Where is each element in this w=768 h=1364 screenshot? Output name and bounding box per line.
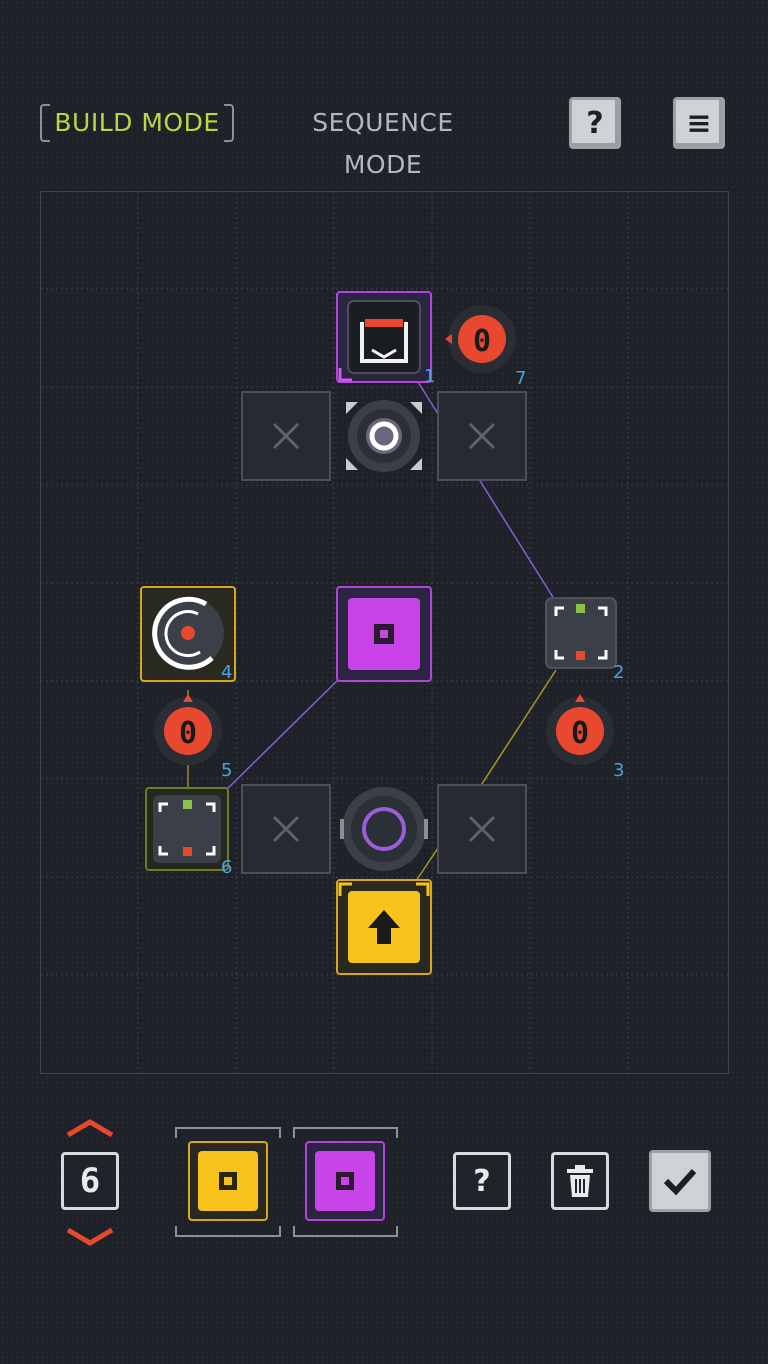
launcher-block[interactable] xyxy=(336,879,432,975)
blocked-tile xyxy=(437,391,527,481)
confirm-button[interactable] xyxy=(649,1150,711,1212)
palette-slot-yellow[interactable] xyxy=(175,1127,281,1237)
node-number: 7 xyxy=(515,368,526,389)
blocked-tile xyxy=(437,784,527,874)
increase-arrow-icon[interactable] xyxy=(66,1119,114,1138)
node-number: 6 xyxy=(221,857,232,878)
switch-node-right[interactable] xyxy=(545,597,617,669)
node-number: 5 xyxy=(221,760,232,781)
palette-slot-purple[interactable] xyxy=(293,1127,398,1237)
block-count-display: 6 xyxy=(61,1152,119,1210)
delete-button[interactable] xyxy=(551,1152,609,1210)
rotor-node-bottom[interactable] xyxy=(340,787,428,871)
block-help-button[interactable]: ? xyxy=(453,1152,511,1210)
blocked-tile xyxy=(241,784,331,874)
checkmark-icon xyxy=(663,1168,697,1196)
svg-text:0: 0 xyxy=(571,716,589,751)
counter-node[interactable]: 0 xyxy=(154,694,222,765)
switch-node-left[interactable] xyxy=(145,787,229,871)
decrease-arrow-icon[interactable] xyxy=(66,1227,114,1246)
node-number: 1 xyxy=(424,366,435,387)
counter-node[interactable]: 0 xyxy=(546,694,614,765)
rotor-node-top[interactable] xyxy=(346,400,422,472)
purple-block[interactable] xyxy=(336,586,432,682)
node-number: 2 xyxy=(613,662,624,683)
wire-yellow-1 xyxy=(477,669,557,791)
trash-icon xyxy=(567,1165,593,1197)
svg-text:0: 0 xyxy=(473,324,491,359)
node-number: 3 xyxy=(613,760,624,781)
question-icon: ? xyxy=(473,1163,491,1199)
sensor-block-top[interactable] xyxy=(336,291,432,383)
counter-node[interactable]: 0 xyxy=(445,305,516,373)
svg-text:0: 0 xyxy=(179,716,197,751)
blocked-tile xyxy=(241,391,331,481)
node-number: 4 xyxy=(221,662,232,683)
wire-purple-2 xyxy=(219,675,343,797)
